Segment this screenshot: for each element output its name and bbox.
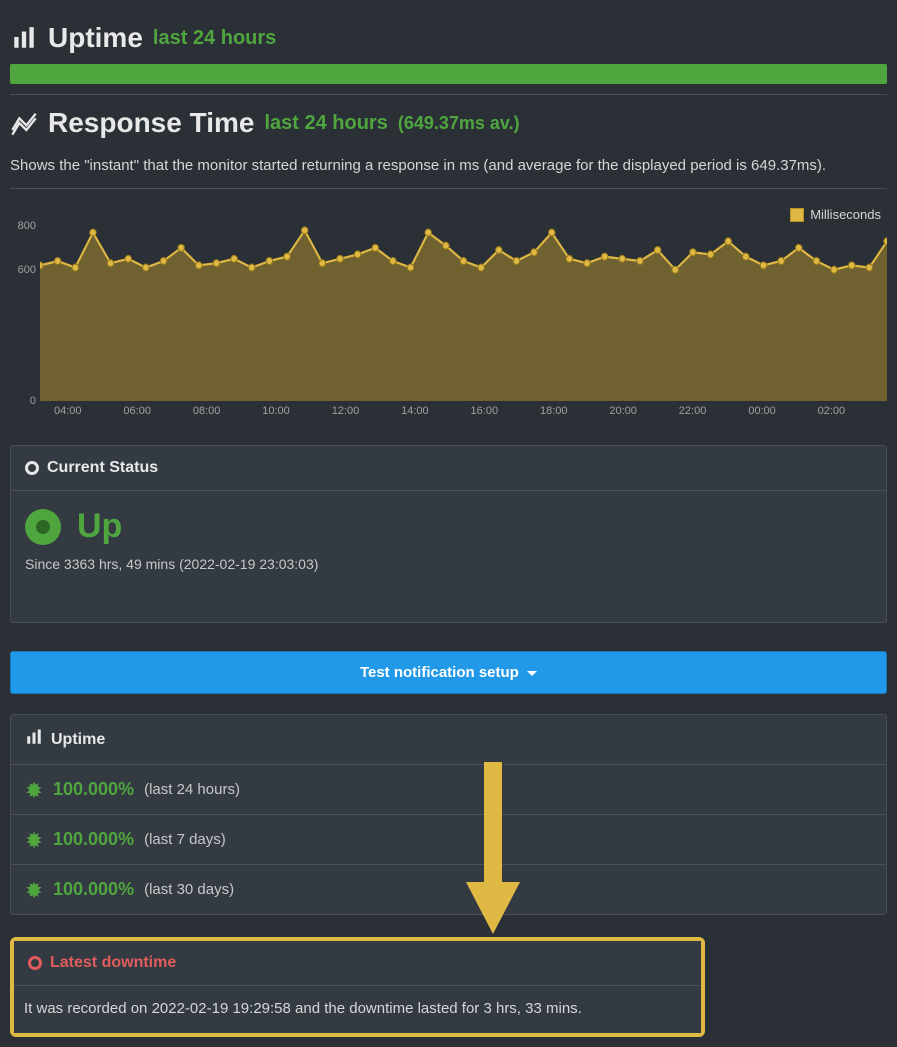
response-subtitle: last 24 hours: [264, 112, 387, 135]
burst-icon: [25, 781, 43, 799]
uptime-panel-title: Uptime: [51, 731, 105, 749]
up-dot-icon: [25, 509, 61, 545]
uptime-row: 100.000% (last 30 days): [11, 864, 886, 914]
bar-chart-icon: [25, 728, 43, 751]
bar-chart-icon: [10, 24, 38, 52]
uptime-panel-header: Uptime: [11, 715, 886, 765]
legend-label: Milliseconds: [810, 207, 881, 222]
x-axis-labels: 04:0006:0008:0010:0012:0014:0016:0018:00…: [40, 405, 887, 417]
response-title: Response Time: [48, 107, 254, 139]
uptime-range: (last 24 hours): [144, 781, 240, 798]
status-icon: [25, 461, 39, 475]
latest-downtime-title: Latest downtime: [50, 954, 176, 972]
chart-svg: [40, 226, 887, 401]
latest-downtime-header: Latest downtime: [14, 941, 701, 986]
burst-icon: [25, 881, 43, 899]
latest-downtime-highlight: Latest downtime It was recorded on 2022-…: [10, 937, 705, 1037]
uptime-section-header: Uptime last 24 hours: [10, 22, 887, 54]
uptime-row: 100.000% (last 24 hours): [11, 765, 886, 814]
chart-legend: Milliseconds: [40, 207, 887, 222]
current-status-header: Current Status: [11, 446, 886, 491]
test-notification-button[interactable]: Test notification setup: [10, 651, 887, 694]
down-icon: [28, 956, 42, 970]
current-status-panel: Current Status Up Since 3363 hrs, 49 min…: [10, 445, 887, 623]
uptime-panel: Uptime 100.000% (last 24 hours) 100.000% (l…: [10, 714, 887, 915]
uptime-row: 100.000% (last 7 days): [11, 814, 886, 864]
uptime-subtitle: last 24 hours: [153, 27, 276, 50]
legend-swatch: [790, 208, 804, 222]
divider: [10, 94, 887, 95]
status-since: Since 3363 hrs, 49 mins (2022-02-19 23:0…: [25, 556, 872, 572]
burst-icon: [25, 831, 43, 849]
response-section-header: Response Time last 24 hours (649.37ms av…: [10, 107, 887, 139]
chevron-down-icon: [527, 671, 537, 676]
divider: [10, 188, 887, 189]
uptime-bar: [10, 64, 887, 84]
response-avg: (649.37ms av.): [398, 113, 520, 134]
response-chart: Milliseconds 0600800 04:0006:0008:0010:0…: [10, 199, 887, 425]
status-text: Up: [77, 507, 122, 546]
uptime-title: Uptime: [48, 22, 143, 54]
uptime-range: (last 30 days): [144, 881, 234, 898]
uptime-pct: 100.000%: [53, 829, 134, 850]
trend-icon: [10, 109, 38, 137]
latest-downtime-text: It was recorded on 2022-02-19 19:29:58 a…: [14, 986, 701, 1033]
uptime-pct: 100.000%: [53, 879, 134, 900]
uptime-pct: 100.000%: [53, 779, 134, 800]
y-axis-labels: 0600800: [12, 226, 40, 401]
current-status-title: Current Status: [47, 459, 158, 477]
response-description: Shows the "instant" that the monitor sta…: [10, 157, 887, 174]
uptime-range: (last 7 days): [144, 831, 226, 848]
test-button-label: Test notification setup: [360, 664, 519, 681]
